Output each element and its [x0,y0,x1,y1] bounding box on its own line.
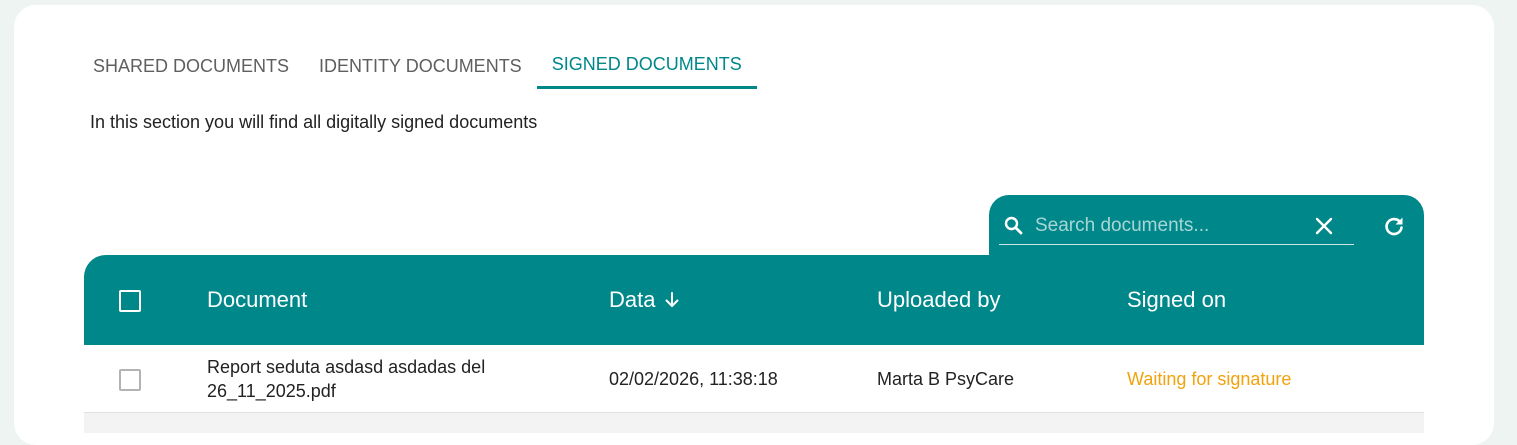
uploaded-by: Marta B PsyCare [877,369,1015,389]
document-name[interactable]: Report seduta asdasd asdadas del 26_11_2… [207,355,507,403]
tab-identity-documents[interactable]: IDENTITY DOCUMENTS [304,41,537,89]
tab-bar: SHARED DOCUMENTS IDENTITY DOCUMENTS SIGN… [78,41,757,91]
refresh-icon[interactable] [1382,214,1406,238]
section-description: In this section you will find all digita… [90,112,538,132]
column-header-signed-on[interactable]: Signed on [1127,255,1226,345]
table-row-next [84,413,1424,433]
close-icon[interactable] [1312,214,1336,238]
documents-card: SHARED DOCUMENTS IDENTITY DOCUMENTS SIGN… [14,5,1494,445]
tab-shared-documents[interactable]: SHARED DOCUMENTS [78,41,304,89]
search-input[interactable] [1033,210,1307,242]
table-header: Document Data Uploaded by Signed on [84,255,1424,345]
signature-status: Waiting for signature [1127,369,1292,389]
search-field [999,207,1354,245]
table-row[interactable]: Report seduta asdasd asdadas del 26_11_2… [84,345,1424,413]
column-header-document-label: Document [207,287,308,312]
document-date: 02/02/2026, 11:38:18 [609,369,778,389]
column-header-uploaded-by[interactable]: Uploaded by [877,255,1001,345]
column-header-date-label: Data [609,287,656,312]
column-header-document[interactable]: Document [207,255,307,345]
arrow-down-icon [665,292,679,307]
tab-signed-documents[interactable]: SIGNED DOCUMENTS [536,41,757,89]
select-all-checkbox[interactable] [119,290,141,312]
row-checkbox[interactable] [119,369,141,391]
column-header-signed-on-label: Signed on [1127,287,1227,312]
search-icon [1004,216,1023,235]
column-header-date[interactable]: Data [609,255,681,345]
column-header-uploaded-by-label: Uploaded by [877,287,1001,312]
